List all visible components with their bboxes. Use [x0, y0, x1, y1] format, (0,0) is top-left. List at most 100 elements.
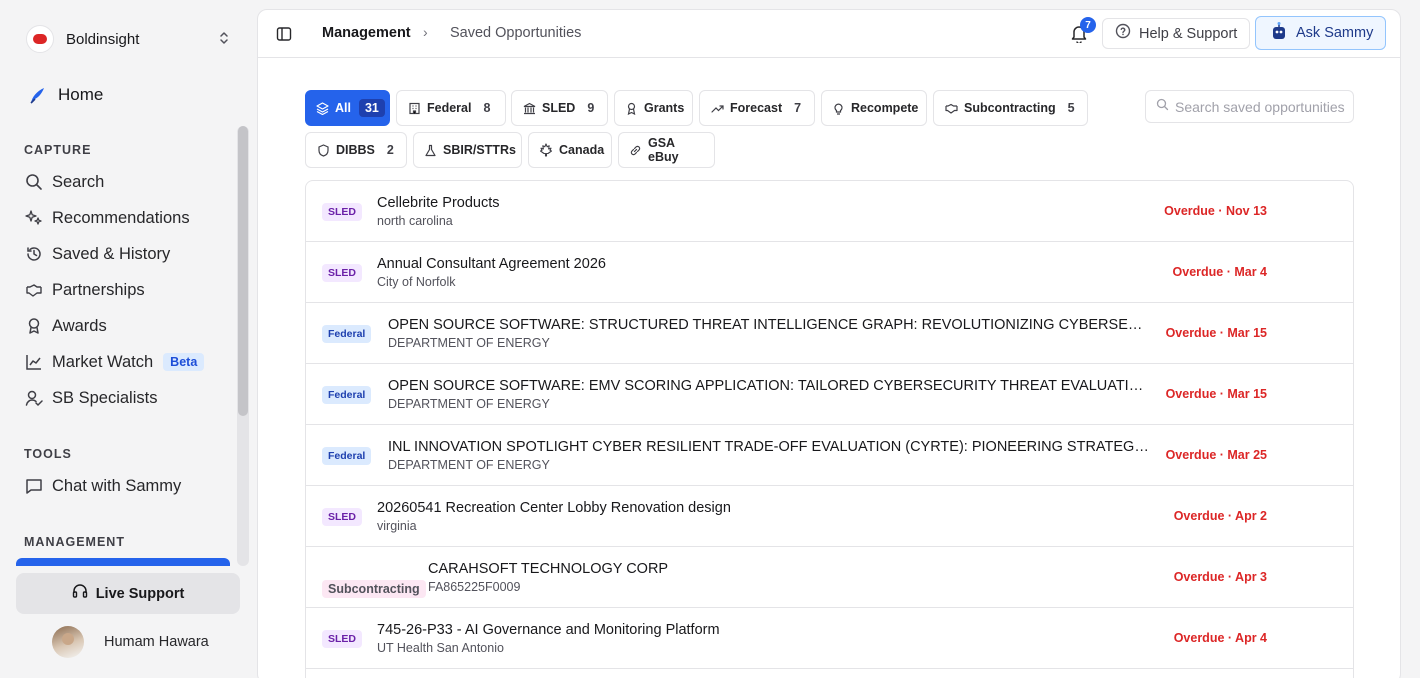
opportunity-agency: north carolina	[377, 214, 453, 228]
filter-count: 31	[358, 99, 385, 117]
opportunity-agency: UT Health San Antonio	[377, 641, 504, 655]
sidebar-item-sb-specialists[interactable]: SB Specialists	[16, 381, 230, 415]
breadcrumb-parent[interactable]: Management	[322, 25, 411, 41]
filter-label: Subcontracting	[964, 101, 1056, 115]
search-icon	[1156, 98, 1169, 116]
due-status: Overdue · Apr 4	[1173, 631, 1267, 645]
opportunity-agency: DEPARTMENT OF ENERGY	[388, 397, 550, 411]
category-tag: SLED	[322, 264, 363, 282]
filter-forecast[interactable]: Forecast 7	[699, 90, 815, 126]
section-title-management: MANAGEMENT	[24, 535, 125, 549]
search-input[interactable]	[1175, 98, 1345, 115]
filter-label: Canada	[559, 143, 605, 157]
list-item[interactable]: Federal OPEN SOURCE SOFTWARE: EMV SCORIN…	[306, 364, 1353, 425]
award-icon	[24, 316, 44, 336]
sidebar-item-market-watch[interactable]: Market Watch Beta	[16, 345, 230, 379]
sidebar-item-label: Awards	[52, 316, 107, 335]
nav-home[interactable]: Home	[16, 78, 240, 112]
sidebar-item-label: Chat with Sammy	[52, 476, 182, 495]
ask-sammy-button[interactable]: Ask Sammy	[1255, 16, 1386, 50]
topbar: Management › Saved Opportunities 7 Help …	[258, 10, 1400, 58]
shield-icon	[316, 143, 330, 157]
list-item[interactable]: SLED Cellebrite Products north carolina …	[306, 181, 1353, 242]
user-profile[interactable]: Humam Hawara	[52, 626, 209, 658]
filter-federal[interactable]: Federal 8	[396, 90, 506, 126]
sidebar-item-recommendations[interactable]: Recommendations	[16, 201, 230, 235]
filter-dibbs[interactable]: DIBBS 2	[305, 132, 407, 168]
filter-subcontracting[interactable]: Subcontracting 5	[933, 90, 1088, 126]
chat-icon	[24, 476, 44, 496]
ask-sammy-label: Ask Sammy	[1296, 25, 1374, 41]
list-item[interactable]: Subcontracting CARAHSOFT TECHNOLOGY CORP…	[306, 547, 1353, 608]
sidebar-item-active-saved-opportunities[interactable]	[16, 558, 230, 566]
list-item[interactable]: Federal OPEN SOURCE SOFTWARE: STRUCTURED…	[306, 303, 1353, 364]
landmark-icon	[522, 101, 536, 115]
category-tag: Subcontracting	[322, 580, 426, 598]
filter-count: 7	[794, 101, 802, 115]
filter-count: 8	[483, 101, 491, 115]
opportunity-agency: FA865225F0009	[428, 580, 521, 594]
filter-recompete[interactable]: Recompete	[821, 90, 927, 126]
sidebar-item-label: Saved & History	[52, 244, 171, 263]
opportunity-title: OPEN SOURCE SOFTWARE: STRUCTURED THREAT …	[388, 317, 1150, 333]
breadcrumb-current: Saved Opportunities	[450, 25, 582, 41]
search-icon	[24, 172, 44, 192]
user-name: Humam Hawara	[104, 634, 209, 650]
sidebar-item-chat-with-sammy[interactable]: Chat with Sammy	[16, 469, 230, 503]
filter-count: 9	[587, 101, 595, 115]
live-support-button[interactable]: Live Support	[16, 573, 240, 614]
main-panel: Management › Saved Opportunities 7 Help …	[257, 9, 1401, 678]
filter-label: Federal	[427, 101, 472, 115]
category-tag: Federal	[322, 325, 372, 343]
due-status: Overdue · Mar 25	[1165, 448, 1267, 462]
sidebar-item-saved-history[interactable]: Saved & History	[16, 237, 230, 271]
filter-canada[interactable]: Canada	[528, 132, 612, 168]
filter-sbir-sttrs[interactable]: SBIR/STTRs	[413, 132, 522, 168]
category-tag: Federal	[322, 386, 372, 404]
list-item[interactable]: SLED 745-26-P33 - AI Governance and Moni…	[306, 608, 1353, 669]
boldinsight-logo-icon	[26, 25, 54, 53]
breadcrumb-separator: ›	[423, 24, 428, 40]
section-title-capture: CAPTURE	[24, 143, 92, 157]
filter-count: 5	[1067, 101, 1075, 115]
list-item[interactable]: SLED Annual Consultant Agreement 2026 Ci…	[306, 242, 1353, 303]
filter-label: SLED	[542, 101, 576, 115]
opportunity-title: Cellebrite Products	[377, 195, 500, 211]
filter-sled[interactable]: SLED 9	[511, 90, 608, 126]
filter-grants[interactable]: Grants	[614, 90, 693, 126]
filter-all[interactable]: All 31	[305, 90, 390, 126]
due-status: Overdue · Apr 3	[1173, 570, 1267, 584]
nav-home-label: Home	[58, 85, 104, 104]
avatar	[52, 626, 84, 658]
workspace-name: Boldinsight	[66, 30, 140, 48]
building-icon	[407, 101, 421, 115]
opportunity-agency: DEPARTMENT OF ENERGY	[388, 458, 550, 472]
chart-line-icon	[24, 352, 44, 372]
help-support-button[interactable]: Help & Support	[1102, 18, 1250, 49]
list-item[interactable]: Federal INL INNOVATION SPOTLIGHT CYBER R…	[306, 425, 1353, 486]
question-circle-icon	[1115, 23, 1131, 44]
live-support-label: Live Support	[95, 585, 185, 602]
sidebar-toggle-icon[interactable]	[274, 24, 294, 44]
flask-icon	[424, 143, 437, 157]
notification-count-badge: 7	[1080, 17, 1096, 33]
handshake-icon	[24, 280, 44, 300]
sidebar-item-label: Partnerships	[52, 280, 145, 299]
robot-icon	[1270, 21, 1288, 46]
sidebar-item-partnerships[interactable]: Partnerships	[16, 273, 230, 307]
list-item[interactable]: SLED 20260541 Recreation Center Lobby Re…	[306, 486, 1353, 547]
sidebar-item-search[interactable]: Search	[16, 165, 230, 199]
nav-scroll-area[interactable]: CAPTURE Search Recommendations Saved & H…	[0, 126, 256, 566]
search-saved-opportunities[interactable]	[1145, 90, 1354, 123]
sidebar-item-label: Market Watch	[52, 352, 154, 371]
filter-count: 2	[386, 143, 394, 157]
beta-badge: Beta	[163, 353, 205, 371]
opportunity-title: Annual Consultant Agreement 2026	[377, 256, 606, 272]
lightbulb-icon	[832, 101, 845, 115]
sidebar-item-awards[interactable]: Awards	[16, 309, 230, 343]
filter-gsa-ebuy[interactable]: GSA eBuy	[618, 132, 715, 168]
sidebar-scrollbar-thumb[interactable]	[238, 126, 248, 416]
workspace-switcher[interactable]: Boldinsight	[16, 20, 240, 58]
opportunity-list: SLED Cellebrite Products north carolina …	[305, 180, 1354, 678]
filter-label: SBIR/STTRs	[443, 143, 516, 157]
